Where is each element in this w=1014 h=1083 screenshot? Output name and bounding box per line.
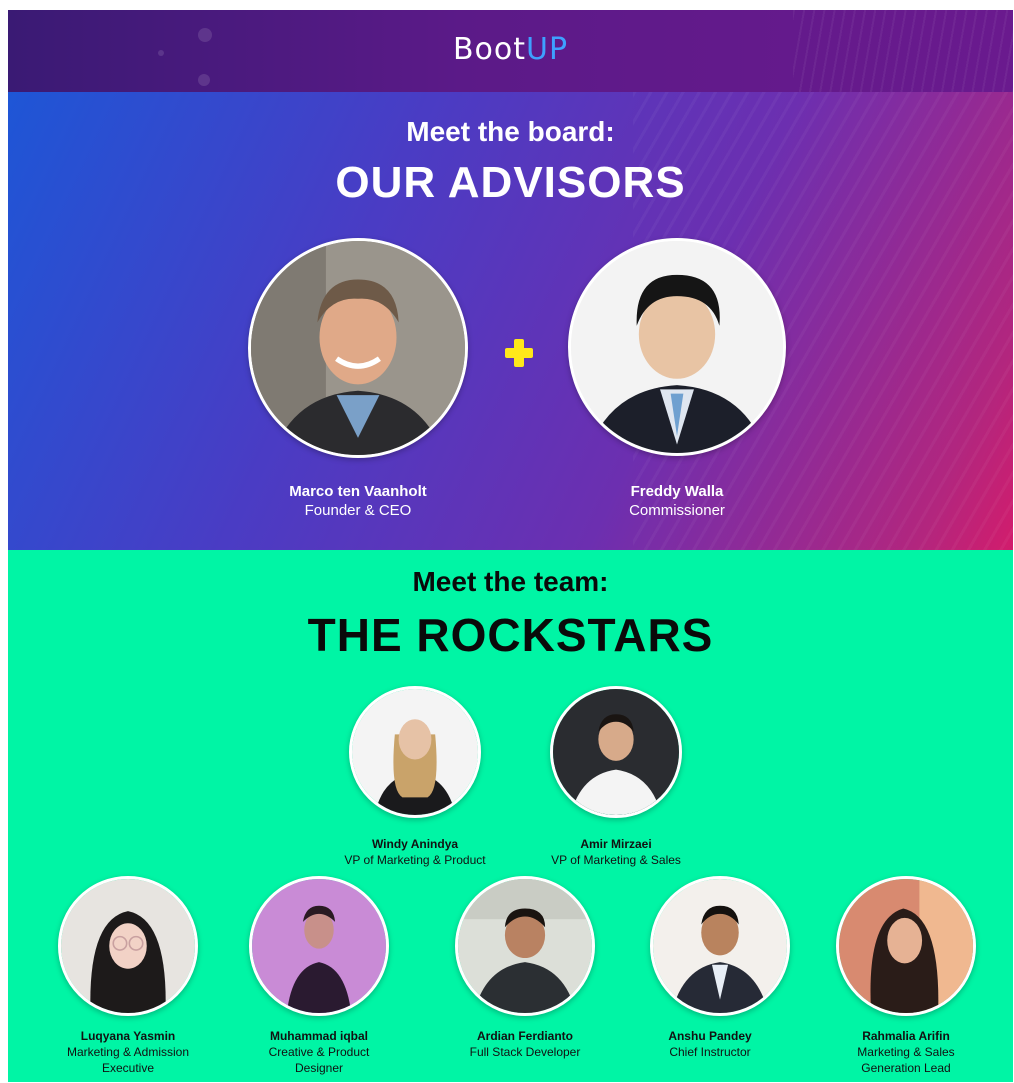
member-role: Full Stack Developer bbox=[469, 1045, 581, 1059]
team-caption-anshu: Anshu Pandey Chief Instructor bbox=[620, 1028, 800, 1060]
advisors-kicker: Meet the board: bbox=[406, 116, 615, 147]
advisors-section: Meet the board: OUR ADVISORS Marco ten V… bbox=[8, 92, 1013, 550]
advisor-role: Founder & CEO bbox=[304, 502, 412, 519]
member-role: Executive bbox=[101, 1061, 155, 1075]
member-role: Creative & Product bbox=[268, 1045, 370, 1059]
member-role: VP of Marketing & Sales bbox=[551, 853, 681, 867]
bootup-logo: BootUP bbox=[8, 32, 1013, 67]
portrait-illustration bbox=[251, 241, 465, 455]
advisors-title: OUR ADVISORS bbox=[335, 158, 686, 207]
portrait-illustration bbox=[458, 879, 592, 1013]
logo-text-boot: Boot bbox=[452, 32, 526, 67]
team-caption-iqbal: Muhammad iqbal Creative & Product Design… bbox=[229, 1028, 409, 1076]
header-bar: BootUP bbox=[8, 10, 1013, 92]
portrait-illustration bbox=[61, 879, 195, 1013]
team-caption-rahmalia: Rahmalia Arifin Marketing & Sales Genera… bbox=[816, 1028, 996, 1076]
portrait-illustration bbox=[252, 879, 386, 1013]
team-caption-luqyana: Luqyana Yasmin Marketing & Admission Exe… bbox=[38, 1028, 218, 1076]
plus-icon bbox=[503, 337, 535, 369]
team-photo-luqyana bbox=[58, 876, 198, 1016]
team-title: THE ROCKSTARS bbox=[307, 609, 714, 661]
advisor-caption-freddy: Freddy Walla Commissioner bbox=[547, 482, 807, 520]
member-name: Ardian Ferdianto bbox=[476, 1029, 573, 1043]
member-name: Amir Mirzaei bbox=[580, 837, 652, 851]
member-name: Windy Anindya bbox=[371, 837, 459, 851]
team-kicker: Meet the team: bbox=[412, 566, 609, 597]
team-photo-rahmalia bbox=[836, 876, 976, 1016]
member-name: Anshu Pandey bbox=[668, 1029, 752, 1043]
member-role: Generation Lead bbox=[861, 1061, 951, 1075]
team-caption-windy: Windy Anindya VP of Marketing & Product bbox=[315, 836, 515, 868]
page-canvas: BootUP Meet the board: OUR ADVISORS Marc… bbox=[8, 10, 1013, 1082]
portrait-illustration bbox=[553, 689, 679, 815]
member-role: Marketing & Admission bbox=[66, 1045, 190, 1059]
member-role: Marketing & Sales bbox=[857, 1045, 955, 1059]
advisor-role: Commissioner bbox=[629, 502, 725, 519]
advisor-photo-marco bbox=[248, 238, 468, 458]
team-photo-anshu bbox=[650, 876, 790, 1016]
portrait-illustration bbox=[571, 241, 783, 453]
member-role: Designer bbox=[294, 1061, 344, 1075]
decor-dot bbox=[198, 74, 210, 86]
team-caption-amir: Amir Mirzaei VP of Marketing & Sales bbox=[516, 836, 716, 868]
portrait-illustration bbox=[352, 689, 478, 815]
advisor-caption-marco: Marco ten Vaanholt Founder & CEO bbox=[228, 482, 488, 520]
member-role: Chief Instructor bbox=[669, 1045, 751, 1059]
member-name: Muhammad iqbal bbox=[269, 1029, 368, 1043]
advisor-name: Freddy Walla bbox=[630, 483, 724, 500]
portrait-illustration bbox=[653, 879, 787, 1013]
team-section: Meet the team: THE ROCKSTARS Windy Anind… bbox=[8, 550, 1013, 1082]
member-role: VP of Marketing & Product bbox=[344, 853, 486, 867]
team-photo-amir bbox=[550, 686, 682, 818]
member-name: Luqyana Yasmin bbox=[80, 1029, 176, 1043]
advisor-name: Marco ten Vaanholt bbox=[289, 483, 427, 500]
team-photo-iqbal bbox=[249, 876, 389, 1016]
portrait-illustration bbox=[839, 879, 973, 1013]
member-name: Rahmalia Arifin bbox=[862, 1029, 950, 1043]
team-photo-ardian bbox=[455, 876, 595, 1016]
team-photo-windy bbox=[349, 686, 481, 818]
advisor-photo-freddy bbox=[568, 238, 786, 456]
logo-text-up: UP bbox=[526, 32, 569, 67]
team-caption-ardian: Ardian Ferdianto Full Stack Developer bbox=[435, 1028, 615, 1060]
